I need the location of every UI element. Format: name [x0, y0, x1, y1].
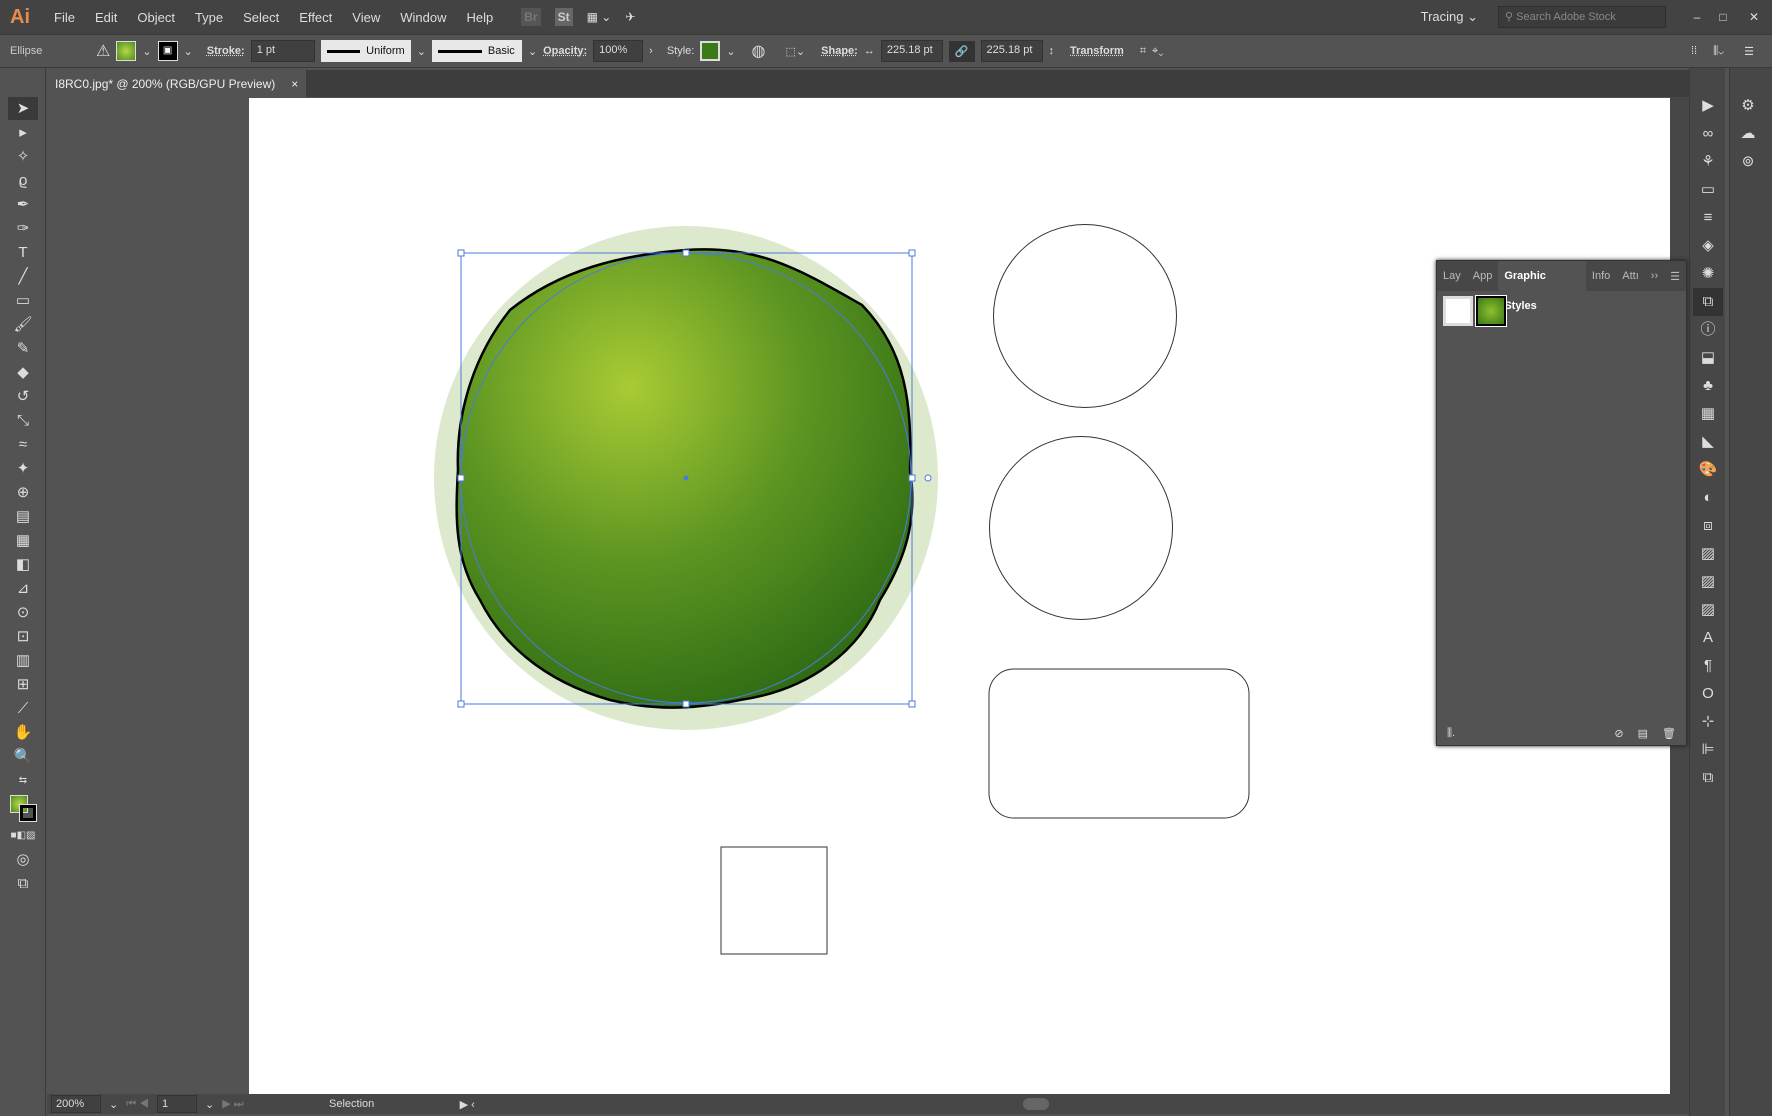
- panel-tabs: Lay App Graphic Styles Info Attı ›› ☰: [1437, 261, 1686, 312]
- artboard-number-field[interactable]: 1: [157, 1095, 197, 1113]
- tree-canopy-object[interactable]: [434, 226, 938, 730]
- chevron-down-icon[interactable]: ⌄: [205, 1098, 214, 1111]
- status-menu-icon[interactable]: ▶ ‹: [460, 1098, 475, 1111]
- color-guide-icon[interactable]: ◐: [1693, 484, 1723, 512]
- new-style-icon[interactable]: ▤: [1638, 727, 1648, 740]
- artboards-panel-icon[interactable]: ⧉: [1693, 764, 1723, 792]
- image-trace-icon[interactable]: ▨: [1693, 540, 1723, 568]
- attributes-panel-icon[interactable]: ⬓: [1693, 344, 1723, 372]
- graphic-styles-panel-icon[interactable]: ⧉: [1693, 288, 1723, 316]
- pathfinder-icon[interactable]: ⧈: [1693, 512, 1723, 540]
- links-icon[interactable]: ∞: [1693, 120, 1723, 148]
- character-panel-icon[interactable]: A: [1693, 624, 1723, 652]
- gradient-panel-icon[interactable]: ▭: [1693, 176, 1723, 204]
- properties-icon[interactable]: ⚙: [1733, 92, 1763, 120]
- circle-shape[interactable]: [993, 224, 1177, 408]
- panel-menu-icon[interactable]: ☰: [1664, 270, 1686, 283]
- color-panel-icon[interactable]: 🎨: [1693, 456, 1723, 484]
- panel-dock-icons-secondary: ⚙ ☁ ⊚: [1729, 68, 1772, 1116]
- layers-panel-icon[interactable]: ◈: [1693, 232, 1723, 260]
- info-panel-icon[interactable]: ⓘ: [1693, 316, 1723, 344]
- zoom-level-field[interactable]: 200%: [51, 1095, 101, 1113]
- symbols-panel-icon[interactable]: ♣: [1693, 372, 1723, 400]
- libraries-icon[interactable]: ▨: [1693, 596, 1723, 624]
- opentype-panel-icon[interactable]: O: [1693, 680, 1723, 708]
- tab-layers[interactable]: Lay: [1437, 270, 1467, 282]
- rounded-rectangle-shape[interactable]: [988, 668, 1250, 819]
- puppet-icon[interactable]: ⚘: [1693, 148, 1723, 176]
- actions-play-icon[interactable]: ▶: [1693, 92, 1723, 120]
- panel-dock-icons: ▶ ∞ ⚘ ▭ ≡ ◈ ✺ ⧉ ⓘ ⬓ ♣ ▦ ◣ 🎨 ◐ ⧈ ▨ ▨ ▨ A …: [1689, 68, 1725, 1116]
- brushes-panel-icon[interactable]: ◣: [1693, 428, 1723, 456]
- swatches-panel-icon[interactable]: ▦: [1693, 400, 1723, 428]
- asset-export-icon[interactable]: ▨: [1693, 568, 1723, 596]
- square-shape[interactable]: [720, 846, 828, 955]
- tab-attributes[interactable]: Attı: [1616, 270, 1645, 282]
- status-bar: 200% ⌄ ⏮ ◀ 1 ⌄ ▶ ⏭ Selection ▶ ‹: [47, 1094, 1690, 1114]
- panel-expand-icon[interactable]: ››: [1645, 270, 1664, 282]
- transform-panel-icon[interactable]: ⊹: [1693, 708, 1723, 736]
- stroke-panel-icon[interactable]: ≡: [1693, 204, 1723, 232]
- break-link-icon[interactable]: ⊘: [1614, 727, 1623, 740]
- tab-info[interactable]: Info: [1586, 270, 1616, 282]
- center-point: [683, 475, 689, 481]
- libraries-menu-icon[interactable]: ⫼.: [1447, 727, 1455, 740]
- status-tool-label[interactable]: Selection: [252, 1098, 452, 1110]
- tab-graphic-styles[interactable]: Graphic Styles: [1498, 261, 1586, 312]
- tree-graphic-style[interactable]: [1475, 295, 1507, 327]
- delete-style-icon[interactable]: 🗑: [1662, 727, 1676, 740]
- graphic-styles-panel: Lay App Graphic Styles Info Attı ›› ☰ ⫼.…: [1436, 260, 1687, 746]
- cc-libraries-icon[interactable]: ☁: [1733, 120, 1763, 148]
- horizontal-scroll-thumb[interactable]: [1022, 1098, 1049, 1110]
- first-artboard-icon[interactable]: ⏮ ◀: [126, 1098, 149, 1111]
- align-panel-icon[interactable]: ⊫: [1693, 736, 1723, 764]
- circle-shape[interactable]: [989, 436, 1173, 620]
- paragraph-panel-icon[interactable]: ¶: [1693, 652, 1723, 680]
- tab-appearance[interactable]: App: [1467, 270, 1499, 282]
- creative-cloud-icon[interactable]: ⊚: [1733, 148, 1763, 176]
- appearance-panel-icon[interactable]: ✺: [1693, 260, 1723, 288]
- chevron-down-icon[interactable]: ⌄: [109, 1098, 118, 1111]
- default-graphic-style[interactable]: [1443, 296, 1473, 326]
- next-artboard-icon[interactable]: ▶ ⏭: [222, 1097, 243, 1111]
